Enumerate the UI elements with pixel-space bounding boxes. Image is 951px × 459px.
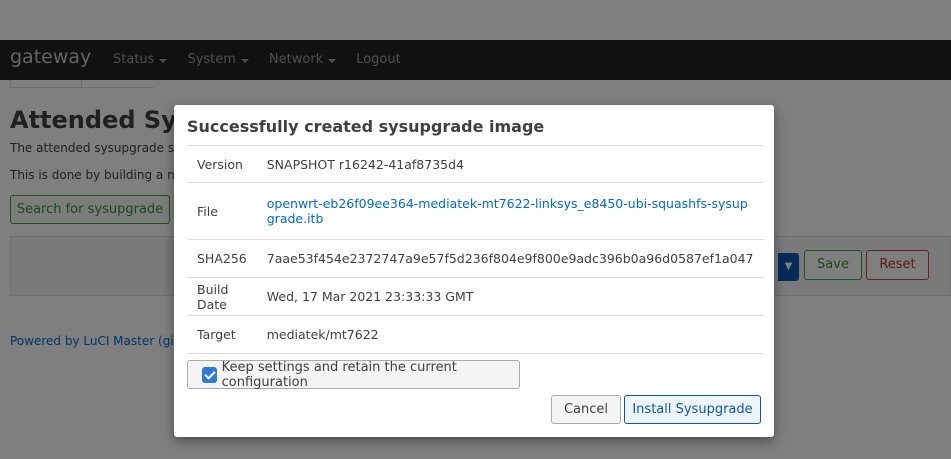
- table-row: Version SNAPSHOT r16242-41af8735d4: [187, 145, 764, 183]
- install-sysupgrade-button[interactable]: Install Sysupgrade: [624, 395, 761, 424]
- row-value: mediatek/mt7622: [256, 315, 764, 354]
- sysupgrade-dialog: Successfully created sysupgrade image Ve…: [174, 105, 774, 437]
- row-key: File: [187, 182, 257, 240]
- row-key: Version: [187, 145, 257, 183]
- row-value: 7aae53f454e2372747a9e57f5d236f804e9f800e…: [256, 239, 764, 278]
- image-info-table: Version SNAPSHOT r16242-41af8735d4 File …: [187, 145, 764, 354]
- row-value: openwrt-eb26f09ee364-mediatek-mt7622-lin…: [256, 182, 764, 240]
- table-row: File openwrt-eb26f09ee364-mediatek-mt762…: [187, 182, 764, 240]
- row-value: SNAPSHOT r16242-41af8735d4: [256, 145, 764, 183]
- row-value: Wed, 17 Mar 2021 23:33:33 GMT: [256, 277, 764, 316]
- file-download-link[interactable]: openwrt-eb26f09ee364-mediatek-mt7622-lin…: [267, 196, 748, 226]
- keep-settings-label: Keep settings and retain the current con…: [221, 359, 457, 390]
- row-key: Target: [187, 315, 257, 354]
- row-key: Build Date: [187, 277, 257, 316]
- table-row: SHA256 7aae53f454e2372747a9e57f5d236f804…: [187, 239, 764, 278]
- dialog-title: Successfully created sysupgrade image: [187, 117, 545, 136]
- table-row: Build Date Wed, 17 Mar 2021 23:33:33 GMT: [187, 277, 764, 316]
- checkbox-checked-icon[interactable]: [202, 366, 217, 383]
- cancel-button[interactable]: Cancel: [551, 395, 621, 424]
- table-row: Target mediatek/mt7622: [187, 315, 764, 354]
- row-key: SHA256: [187, 239, 257, 278]
- keep-settings-toggle[interactable]: Keep settings and retain the current con…: [187, 359, 520, 390]
